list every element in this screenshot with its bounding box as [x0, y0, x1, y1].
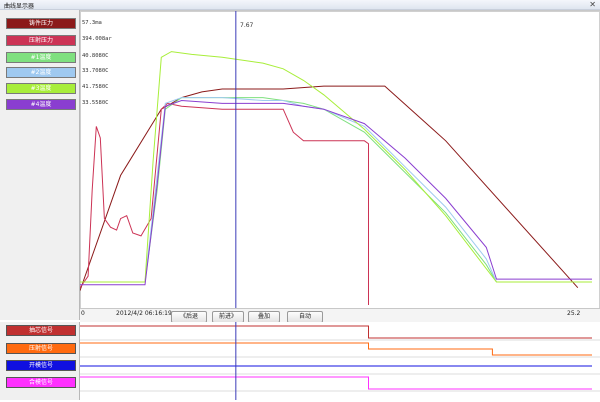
timestamp: 2012/4/2 06:16:19 [116, 310, 172, 317]
reading-temp-2: 33.7080C [82, 68, 109, 74]
x-axis-start: 0 [81, 310, 85, 317]
signal-mold-open[interactable]: 开模信号 [6, 360, 76, 371]
main-plot[interactable] [79, 10, 600, 309]
close-icon[interactable]: ✕ [589, 0, 596, 10]
signal-injection[interactable]: 压射信号 [6, 343, 76, 354]
signal-chart[interactable] [80, 322, 600, 400]
legend-item-temp-2[interactable]: #2温度 [6, 67, 76, 78]
legend-item-temp-4[interactable]: #4温度 [6, 99, 76, 110]
signal-timeline[interactable] [80, 322, 600, 400]
reading-temp-1: 40.8080C [82, 53, 109, 59]
signal-trace-1 [80, 325, 592, 339]
legend-item-temp-1[interactable]: #1温度 [6, 52, 76, 63]
signal-trace-2 [80, 342, 592, 356]
reading-casting-pressure: 57.3ma [82, 20, 102, 26]
series-line-1 [79, 85, 579, 291]
reading-temp-3: 41.7580C [82, 84, 109, 90]
plot-frame [80, 11, 600, 309]
signal-trace-4 [80, 376, 592, 390]
legend-item-temp-3[interactable]: #3温度 [6, 83, 76, 94]
curve-chart[interactable] [79, 11, 600, 309]
legend-item-casting-pressure[interactable]: 铸件压力 [6, 18, 76, 29]
legend-item-injection-pressure[interactable]: 压射压力 [6, 35, 76, 46]
signal-core-pull[interactable]: 抽芯信号 [6, 325, 76, 336]
signal-mold-close[interactable]: 合模信号 [6, 377, 76, 388]
cursor-value-label: 7.67 [240, 22, 254, 29]
window-titlebar: 曲线显示器 ✕ [0, 0, 600, 10]
x-axis-end: 25.2 [567, 310, 581, 317]
series-line-2 [79, 102, 369, 305]
signal-panel: 抽芯信号 压射信号 开模信号 合模信号 [0, 322, 80, 400]
reading-injection-pressure: 394.008ar [82, 36, 112, 42]
reading-temp-4: 33.5580C [82, 100, 109, 106]
legend-panel: 铸件压力 压射压力 #1温度 #2温度 #3温度 #4温度 [0, 10, 80, 320]
window-title: 曲线显示器 [4, 3, 35, 10]
